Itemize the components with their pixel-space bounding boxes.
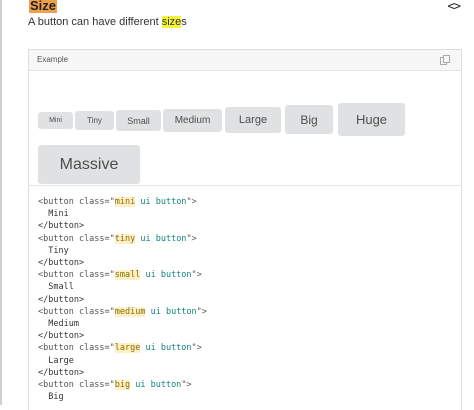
code-line: <button class="large ui button"> <box>38 343 202 354</box>
code-line: </button> <box>38 221 85 232</box>
left-border <box>0 0 2 405</box>
description-text: A button can have different <box>28 16 162 28</box>
size-class-highlight: large <box>114 343 141 354</box>
code-line: Mini <box>38 209 69 220</box>
massive-button[interactable]: Massive <box>38 145 140 184</box>
code-line: <button class="small ui button"> <box>38 270 202 281</box>
code-line: Tiny <box>38 245 69 256</box>
mini-button[interactable]: Mini <box>38 112 73 129</box>
code-line: <button class="mini ui button"> <box>38 197 197 207</box>
example-label: Example <box>37 55 69 64</box>
search-highlight: size <box>161 16 182 28</box>
code-line: Small <box>38 282 74 293</box>
section-title: Size <box>29 0 58 13</box>
code-line: </button> <box>38 258 85 268</box>
code-line: Medium <box>38 319 79 329</box>
copy-icon[interactable] <box>439 54 451 66</box>
big-button[interactable]: Big <box>285 105 333 134</box>
code-line: Large <box>38 355 74 366</box>
medium-button[interactable]: Medium <box>163 109 222 132</box>
code-line: <button class="tiny ui button"> <box>38 233 197 244</box>
large-button[interactable]: Large <box>225 107 281 133</box>
example-demo: Mini Tiny Small Medium Large Big Huge Ma… <box>29 71 461 186</box>
section-description: A button can have different sizes <box>28 15 187 29</box>
tiny-button[interactable]: Tiny <box>75 111 114 130</box>
description-text-end: s <box>181 16 187 28</box>
section-header: Size A button can have different sizes <… <box>28 0 464 40</box>
size-class-highlight: tiny <box>114 233 136 244</box>
code-line: <button class="big ui button"> <box>38 380 192 390</box>
code-line: </button> <box>38 294 85 305</box>
size-class-highlight: big <box>114 380 131 390</box>
code-toggle-icon[interactable]: <> <box>448 0 461 13</box>
size-class-highlight: small <box>114 270 141 281</box>
example-header: Example <box>29 50 461 71</box>
size-class-highlight: medium <box>114 306 146 317</box>
code-line: </button> <box>38 331 85 342</box>
code-line: Big <box>38 392 64 403</box>
code-line: <button class="medium ui button"> <box>38 306 207 317</box>
code-line: </button> <box>38 367 85 378</box>
example-panel: Example Mini Tiny Small Medium Large Big… <box>28 49 462 410</box>
size-class-highlight: mini <box>114 197 136 207</box>
huge-button[interactable]: Huge <box>338 103 405 136</box>
small-button[interactable]: Small <box>116 110 161 131</box>
